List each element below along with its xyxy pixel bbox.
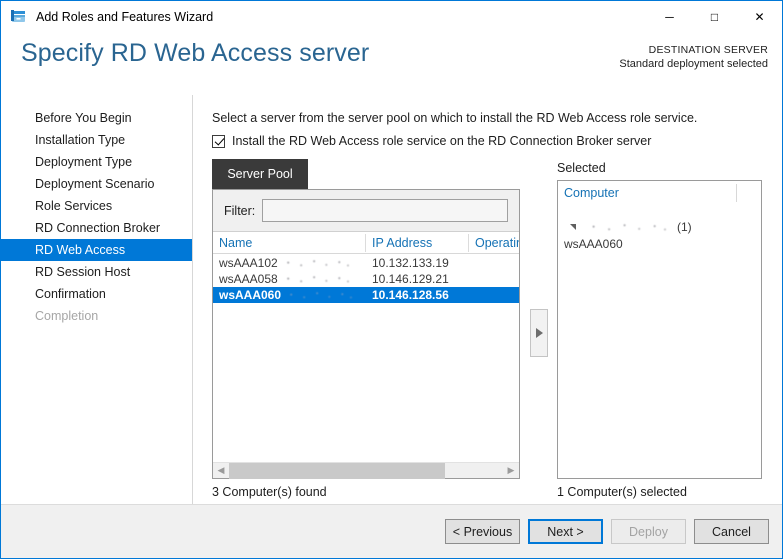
wizard-sidebar: Before You Begin Installation Type Deploym…: [1, 95, 193, 504]
wizard-server-icon: [10, 8, 28, 26]
footer-button-group: < Previous Next > Deploy Cancel: [445, 519, 769, 544]
cell-ip-address: 10.146.128.56: [372, 288, 449, 302]
cell-operating-system: [469, 271, 519, 287]
cell-ip-address: 10.132.133.19: [372, 256, 449, 270]
sidebar-item-rd-connection-broker[interactable]: RD Connection Broker: [1, 217, 192, 239]
wizard-body: Before You Begin Installation Type Deploym…: [1, 95, 782, 504]
maximize-button[interactable]: □: [692, 1, 737, 33]
selected-computer-item[interactable]: wsAAA060: [564, 237, 623, 251]
server-pool-panel: Filter: Name IP Address Operating wsAAA1…: [212, 189, 520, 479]
column-header-computer[interactable]: Computer: [564, 181, 619, 205]
table-row[interactable]: wsAAA058 10.146.129.21: [213, 271, 519, 287]
install-on-broker-checkbox[interactable]: [212, 134, 225, 148]
column-header-ip-address[interactable]: IP Address: [366, 232, 467, 254]
wizard-footer: < Previous Next > Deploy Cancel: [1, 504, 782, 558]
selected-group-row[interactable]: (1): [558, 219, 761, 235]
cell-name: wsAAA058: [213, 271, 365, 287]
server-pool-hscrollbar[interactable]: ◀ ▶: [213, 462, 519, 479]
cell-name: wsAAA102: [213, 255, 365, 271]
cancel-button[interactable]: Cancel: [694, 519, 769, 544]
cell-operating-system: [469, 255, 519, 271]
sidebar-item-completion: Completion: [35, 309, 99, 323]
sidebar-item-rd-session-host[interactable]: RD Session Host: [1, 261, 192, 283]
server-pool-list[interactable]: wsAAA102 10.132.133.19 wsAAA058 10.146.129.…: [213, 255, 519, 462]
cell-ip-address: 10.146.129.21: [372, 272, 449, 286]
wizard-window: Add Roles and Features Wizard ─ □ ✕ Spec…: [0, 0, 783, 559]
sidebar-item-role-services[interactable]: Role Services: [1, 195, 192, 217]
deploy-button: Deploy: [611, 519, 686, 544]
next-button[interactable]: Next >: [528, 519, 603, 544]
filter-bar: Filter:: [213, 190, 519, 232]
wizard-steps-nav: Before You Begin Installation Type Deploym…: [1, 107, 192, 327]
destination-server-block: DESTINATION SERVER Standard deployment s…: [619, 43, 768, 71]
destination-server-label: DESTINATION SERVER: [648, 44, 768, 56]
page-title: Specify RD Web Access server: [21, 39, 370, 67]
redacted-domain-suffix: [280, 275, 353, 285]
server-name-text: wsAAA060: [219, 288, 282, 302]
selected-status: 1 Computer(s) selected: [557, 485, 687, 499]
sidebar-item-installation-type[interactable]: Installation Type: [1, 129, 192, 151]
install-on-broker-label: Install the RD Web Access role service o…: [232, 134, 652, 148]
instruction-text: Select a server from the server pool on …: [212, 111, 698, 125]
previous-button[interactable]: < Previous: [445, 519, 520, 544]
selected-panel-label: Selected: [557, 161, 606, 175]
table-row[interactable]: wsAAA060 10.146.128.56: [213, 287, 519, 303]
selected-panel: Computer (1) wsAAA060: [557, 180, 762, 479]
scroll-left-icon[interactable]: ◀: [213, 463, 229, 479]
server-pool-status: 3 Computer(s) found: [212, 485, 327, 499]
redacted-domain-suffix: [284, 291, 357, 301]
selected-group-count: (1): [677, 220, 692, 234]
server-name-text: wsAAA102: [219, 256, 278, 270]
scroll-right-icon[interactable]: ▶: [503, 463, 519, 479]
redacted-domain-name: [585, 222, 671, 232]
column-header-name[interactable]: Name: [213, 232, 363, 254]
selected-column-headers: Computer: [558, 181, 761, 205]
cell-operating-system: [469, 287, 519, 303]
sidebar-item-before-you-begin[interactable]: Before You Begin: [1, 107, 192, 129]
destination-server-value: Standard deployment selected: [619, 58, 768, 70]
tab-server-pool[interactable]: Server Pool: [212, 159, 308, 189]
title-bar: Add Roles and Features Wizard ─ □ ✕: [1, 0, 782, 33]
table-row[interactable]: wsAAA102 10.132.133.19: [213, 255, 519, 271]
triangle-right-icon: [535, 328, 543, 338]
sidebar-item-deployment-type[interactable]: Deployment Type: [1, 151, 192, 173]
close-button[interactable]: ✕: [737, 1, 782, 33]
server-pool-column-headers: Name IP Address Operating: [213, 232, 519, 254]
column-header-operating-system[interactable]: Operating: [469, 232, 519, 254]
filter-input[interactable]: [262, 199, 508, 222]
sidebar-item-deployment-scenario[interactable]: Deployment Scenario: [1, 173, 192, 195]
page-header: Specify RD Web Access server DESTINATION…: [1, 33, 782, 95]
hscroll-thumb[interactable]: [229, 462, 446, 479]
collapse-triangle-icon[interactable]: [570, 224, 576, 230]
sidebar-item-confirmation[interactable]: Confirmation: [1, 283, 192, 305]
redacted-domain-suffix: [280, 259, 353, 269]
window-title: Add Roles and Features Wizard: [36, 10, 214, 24]
minimize-button[interactable]: ─: [647, 1, 692, 33]
server-name-text: wsAAA058: [219, 272, 278, 286]
window-controls: ─ □ ✕: [647, 1, 782, 33]
hscroll-track[interactable]: [229, 462, 503, 479]
wizard-content: Select a server from the server pool on …: [193, 95, 782, 504]
move-to-selected-button[interactable]: [530, 309, 548, 357]
cell-name: wsAAA060: [213, 287, 365, 303]
install-on-broker-checkbox-row[interactable]: Install the RD Web Access role service o…: [212, 134, 651, 148]
sidebar-item-rd-web-access[interactable]: RD Web Access: [1, 239, 192, 261]
filter-label: Filter:: [224, 203, 256, 218]
